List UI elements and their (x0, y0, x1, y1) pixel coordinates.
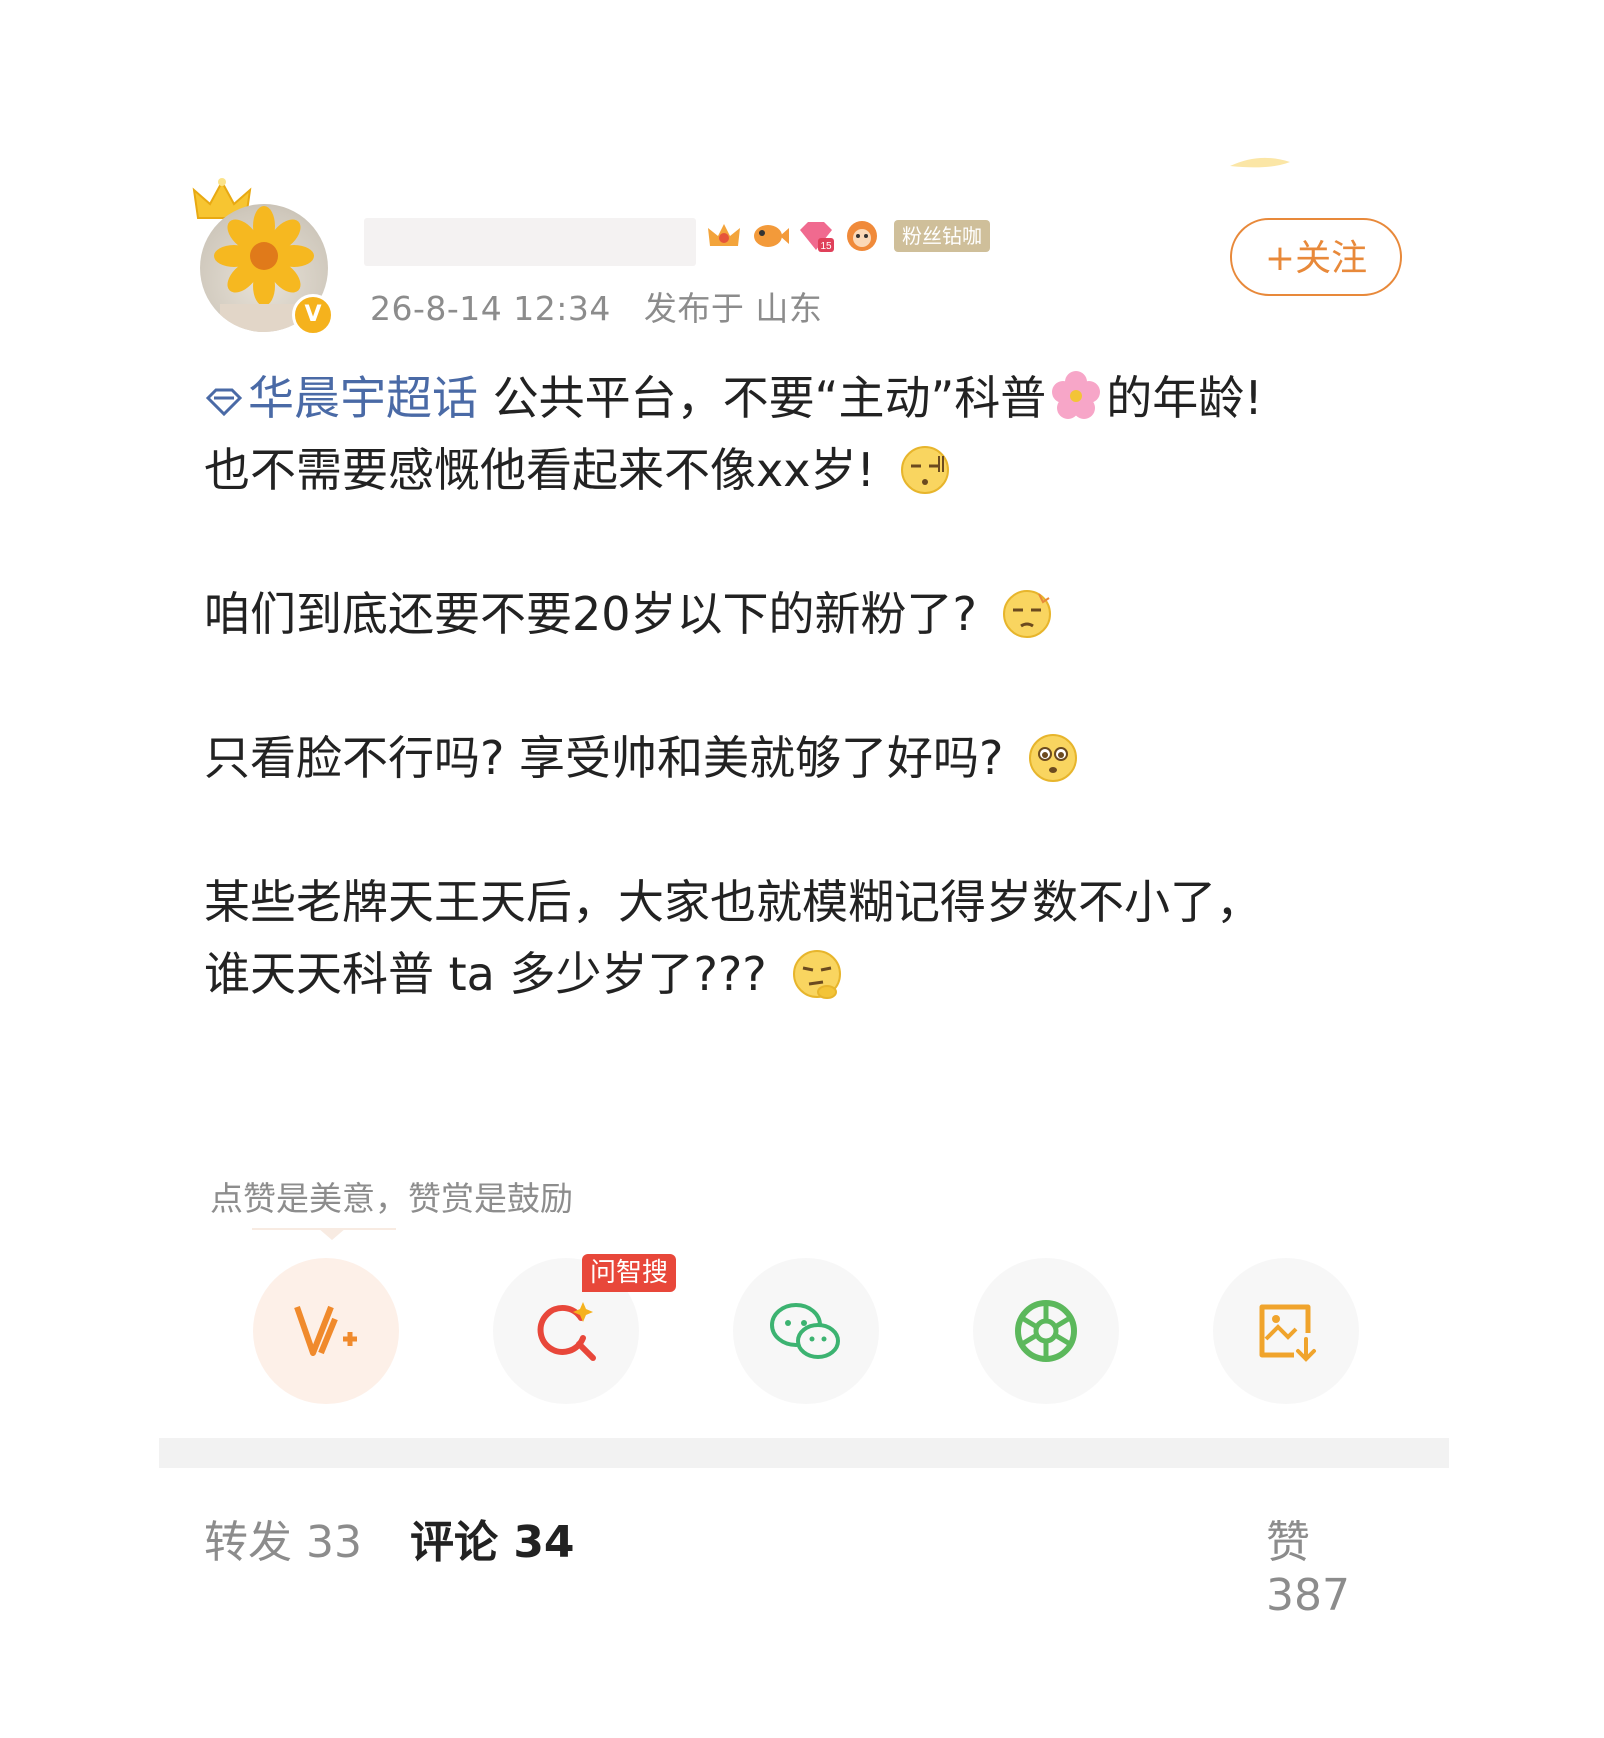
save-image-button[interactable] (1213, 1258, 1359, 1404)
post-line-6-text: 谁天天科普 ta 多少岁了??? (204, 947, 767, 1001)
monkey-badge-icon (847, 221, 877, 251)
moments-aperture-icon (1015, 1300, 1077, 1362)
share-actions (253, 1258, 1359, 1404)
post-location: 发布于 山东 (643, 289, 823, 328)
sweat-emoji (900, 446, 949, 494)
thinking-emoji (792, 950, 841, 999)
ai-search-icon (537, 1302, 596, 1361)
hint-arrow-icon (318, 1228, 346, 1240)
fish-badge-icon (754, 225, 789, 247)
v-plus-icon (294, 1305, 357, 1356)
tab-comment[interactable]: 评论 34 (410, 1506, 575, 1570)
post-line-2-text: 也不需要感慨他看起来不像xx岁! (204, 443, 875, 497)
username-redacted[interactable] (364, 218, 696, 266)
diamond-topic-icon (205, 388, 243, 417)
cherry-blossom-emoji (1052, 371, 1101, 419)
post-meta: 26-8-14 12:34 发布于 山东 (370, 282, 844, 330)
wechat-icon (770, 1303, 840, 1359)
post-line-1-text: 公共平台，不要“主动”科普 (478, 371, 1047, 425)
topic-link[interactable]: 华晨宇超话 (204, 371, 478, 425)
zhisou-tag: 问智搜 (582, 1254, 677, 1292)
reward-hint: 点赞是美意，赞赏是鼓励 (210, 1179, 573, 1218)
post-line-6: 谁天天科普 ta 多少岁了??? (204, 938, 1344, 1010)
decoration-icon (1230, 157, 1290, 168)
topic-label: 华晨宇超话 (248, 371, 478, 425)
post-line-3: 咱们到底还要不要20岁以下的新粉了? (204, 578, 1344, 650)
post-line-4-text: 只看脸不行吗? 享受帅和美就够了好吗? (204, 731, 1004, 785)
post-line-2: 也不需要感慨他看起来不像xx岁! (204, 434, 1344, 506)
tab-like[interactable]: 赞 387 (1266, 1506, 1404, 1621)
avatar[interactable]: V (192, 178, 334, 336)
post-timestamp: 26-8-14 12:34 (370, 289, 611, 328)
dizzy-emoji (1002, 590, 1051, 638)
follow-button[interactable]: +关注 (1230, 218, 1402, 296)
post-line-3-text: 咱们到底还要不要20岁以下的新粉了? (204, 587, 977, 641)
verified-v-icon: V (292, 294, 334, 336)
post-content: 华晨宇超话 公共平台，不要“主动”科普 的年龄! 也不需要感慨他看起来不像xx岁!… (204, 362, 1344, 1010)
wechat-share-button[interactable] (733, 1258, 879, 1404)
fan-level-badge: 粉丝钻咖 (894, 220, 990, 252)
tab-repost[interactable]: 转发 33 (204, 1506, 362, 1570)
section-divider (159, 1438, 1449, 1468)
svg-text:15: 15 (820, 241, 832, 252)
post-line-4: 只看脸不行吗? 享受帅和美就够了好吗? (204, 722, 1344, 794)
reward-button[interactable] (253, 1258, 399, 1404)
diamond-level-badge-icon: 15 (800, 222, 834, 252)
image-download-icon (1259, 1304, 1316, 1362)
post-line-1-tail: 的年龄! (1106, 371, 1263, 425)
vip-crown-badge-icon (708, 224, 740, 246)
moments-share-button[interactable] (973, 1258, 1119, 1404)
post-line-5: 某些老牌天王天后，大家也就模糊记得岁数不小了， (204, 875, 1262, 929)
user-badges: 15 粉丝钻咖 (704, 216, 990, 256)
pleading-emoji (1029, 734, 1078, 782)
post-line-1: 华晨宇超话 公共平台，不要“主动”科普 的年龄! (204, 362, 1344, 434)
interaction-tabs: 转发 33 评论 34 赞 387 (204, 1506, 1404, 1621)
